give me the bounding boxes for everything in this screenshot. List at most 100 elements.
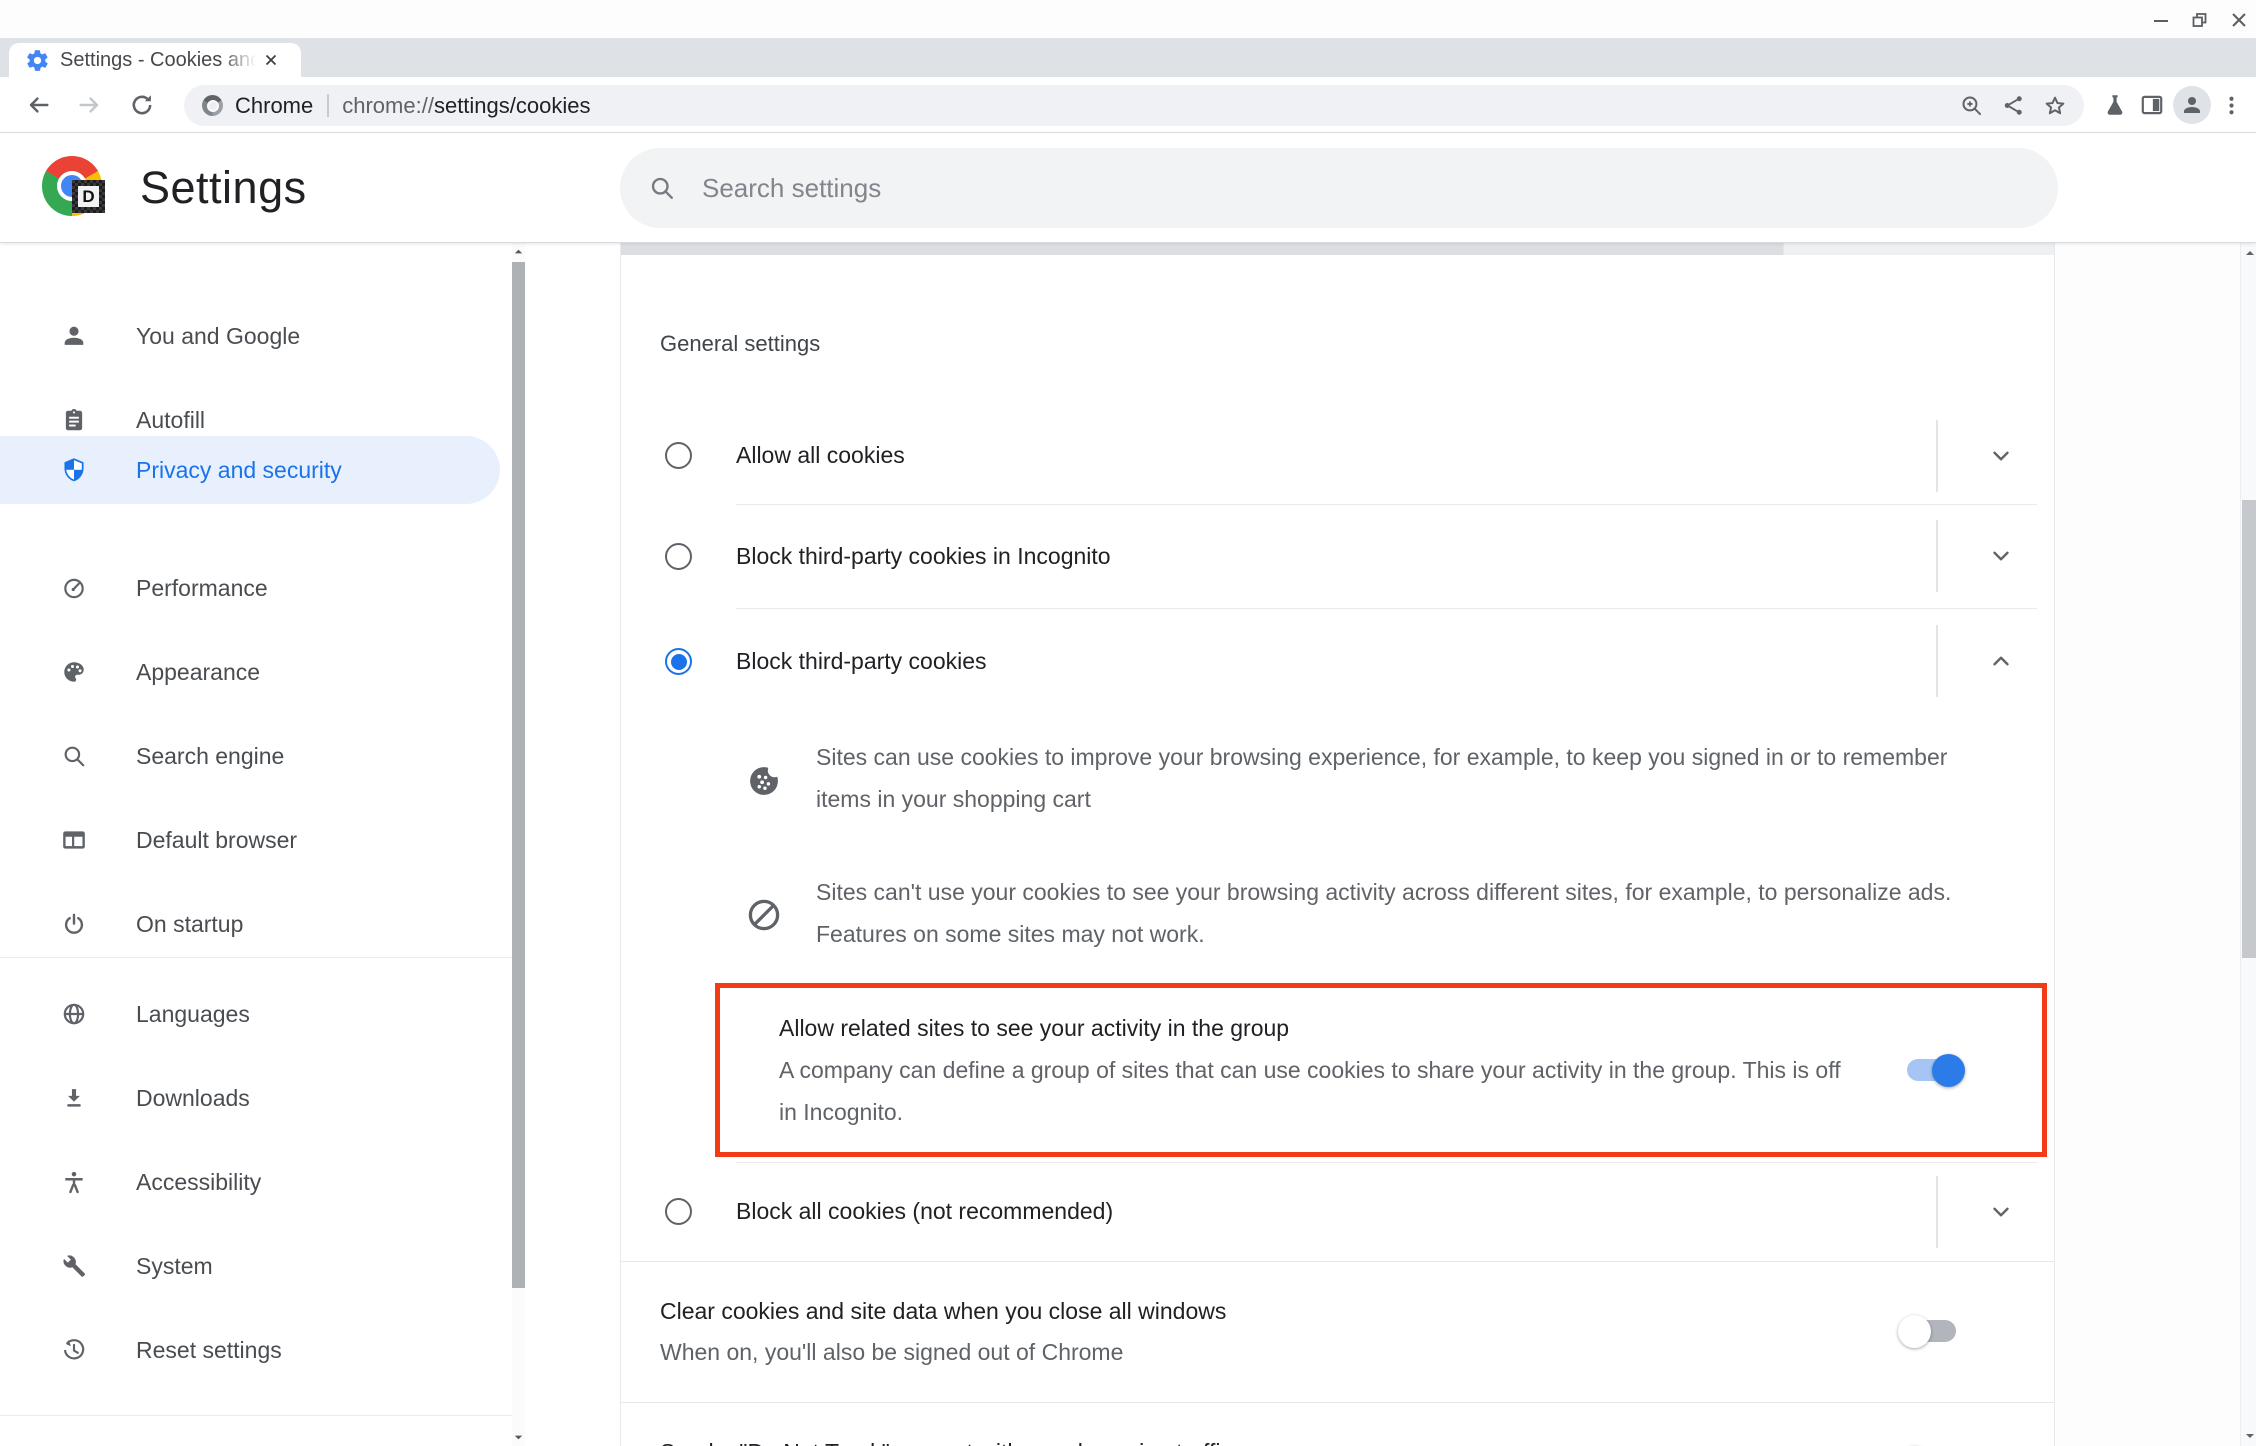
forward-button[interactable] [76, 91, 104, 119]
section-divider [621, 1261, 2055, 1262]
scroll-down-icon[interactable] [2243, 1429, 2256, 1442]
sidebar-item-downloads[interactable]: Downloads [0, 1064, 500, 1132]
minimize-button[interactable] [2148, 7, 2174, 33]
cookies-settings-card: General settings Allow all cookies Block… [620, 243, 2055, 1446]
sidebar-item-accessibility[interactable]: Accessibility [0, 1148, 500, 1216]
search-icon [648, 174, 676, 202]
setting-title: Allow related sites to see your activity… [779, 1007, 1289, 1049]
settings-search[interactable] [620, 148, 2058, 228]
history-icon [61, 1337, 87, 1363]
url-text[interactable]: chrome://settings/cookies [342, 93, 590, 119]
omnibox-separator [327, 94, 329, 117]
profile-avatar[interactable] [2173, 86, 2211, 124]
chevron-down-icon[interactable] [1988, 443, 2014, 469]
scroll-up-icon[interactable] [512, 245, 525, 258]
shield-icon [61, 457, 87, 483]
sidebar-item-appearance[interactable]: Appearance [0, 638, 500, 706]
row-separator [1936, 1176, 1938, 1248]
omnibox[interactable]: Chrome chrome://settings/cookies [184, 85, 2084, 126]
tab-strip: Settings - Cookies and other si [0, 38, 2256, 77]
row-separator [1936, 420, 1938, 492]
scroll-down-icon[interactable] [512, 1431, 525, 1444]
download-icon [61, 1085, 87, 1111]
highlighted-setting-related-sites[interactable]: Allow related sites to see your activity… [715, 983, 2047, 1157]
scroll-up-icon[interactable] [2243, 246, 2256, 259]
tab-settings[interactable]: Settings - Cookies and other si [9, 43, 301, 77]
sidebar-item-performance[interactable]: Performance [0, 554, 500, 622]
setting-subtitle: When on, you'll also be signed out of Ch… [660, 1331, 1123, 1373]
related-sites-toggle-on[interactable] [1907, 1059, 1959, 1081]
chevron-down-icon[interactable] [1988, 543, 2014, 569]
sidebar-item-you-and-google[interactable]: You and Google [0, 302, 500, 370]
close-icon [2227, 8, 2251, 32]
search-input[interactable] [702, 173, 1902, 204]
tab-title: Settings - Cookies and other si [60, 49, 256, 72]
page-title: Settings [140, 133, 307, 243]
sidebar-nav: You and Google Autofill Privacy and secu… [0, 243, 512, 1446]
dev-channel-badge: D [72, 180, 105, 213]
radio-selected[interactable] [665, 648, 692, 675]
sidebar-item-system[interactable]: System [0, 1232, 500, 1300]
sidebar-item-privacy-and-security[interactable]: Privacy and security [0, 436, 500, 504]
chevron-up-icon[interactable] [1988, 648, 2014, 674]
tab-close-button[interactable] [258, 47, 284, 73]
clear-cookies-toggle-off[interactable] [1904, 1320, 1956, 1342]
restore-button[interactable] [2186, 7, 2212, 33]
setting-title: Send a "Do Not Track" request with your … [660, 1431, 1232, 1446]
page-scrollbar[interactable] [2240, 243, 2256, 1446]
minimize-icon [2149, 8, 2173, 32]
bookmark-star-icon[interactable] [2042, 93, 2068, 119]
menu-kebab-icon[interactable] [2218, 92, 2244, 118]
magnifier-icon [61, 743, 87, 769]
sidebar-item-default-browser[interactable]: Default browser [0, 806, 500, 874]
wrench-icon [61, 1253, 87, 1279]
browser-window: Settings - Cookies and other si Chrome c… [0, 0, 2256, 1446]
option-block-all-cookies[interactable]: Block all cookies (not recommended) [621, 1162, 2055, 1261]
accessibility-icon [61, 1169, 87, 1195]
section-label: General settings [660, 331, 820, 357]
sidebar-scrollbar[interactable] [512, 243, 525, 1446]
site-label: Chrome [235, 93, 313, 119]
radio-unselected[interactable] [665, 442, 692, 469]
person-icon [61, 323, 87, 349]
sidebar-scrollbar-thumb[interactable] [512, 262, 525, 1288]
option-block-third-party-incognito[interactable]: Block third-party cookies in Incognito [621, 504, 2055, 608]
palette-icon [61, 659, 87, 685]
cookie-icon [745, 762, 783, 800]
option-block-third-party-cookies[interactable]: Block third-party cookies [621, 608, 2055, 714]
globe-icon [61, 1001, 87, 1027]
page-scrollbar-thumb[interactable] [2242, 500, 2256, 958]
settings-gear-favicon-icon [25, 48, 50, 73]
row-separator [1936, 625, 1938, 697]
reload-button[interactable] [128, 91, 156, 119]
zoom-icon[interactable] [1958, 93, 1984, 119]
radio-unselected[interactable] [665, 1198, 692, 1225]
power-icon [61, 911, 87, 937]
chrome-mini-logo-icon [202, 95, 223, 116]
speedometer-icon [61, 575, 87, 601]
sidebar-item-languages[interactable]: Languages [0, 980, 500, 1048]
sidebar-item-reset-settings[interactable]: Reset settings [0, 1316, 500, 1384]
side-panel-icon[interactable] [2139, 92, 2165, 118]
info-text: Sites can use cookies to improve your br… [816, 736, 2006, 820]
share-icon[interactable] [2000, 93, 2026, 119]
clipboard-icon [61, 407, 87, 433]
sidebar-item-on-startup[interactable]: On startup [0, 890, 500, 958]
blocked-icon [745, 896, 783, 934]
radio-unselected[interactable] [665, 543, 692, 570]
info-text: Sites can't use your cookies to see your… [816, 871, 2006, 955]
section-divider [621, 1402, 2055, 1403]
close-window-button[interactable] [2226, 7, 2252, 33]
sidebar-divider [0, 1415, 512, 1416]
restore-icon [2187, 8, 2211, 32]
person-icon [2180, 93, 2204, 117]
option-allow-all-cookies[interactable]: Allow all cookies [621, 407, 2055, 504]
sidebar-item-search-engine[interactable]: Search engine [0, 722, 500, 790]
labs-flask-icon[interactable] [2102, 92, 2128, 118]
back-button[interactable] [24, 91, 52, 119]
setting-title: Clear cookies and site data when you clo… [660, 1290, 1226, 1332]
chevron-down-icon[interactable] [1988, 1199, 2014, 1225]
scrolled-content-edge [621, 243, 2055, 255]
setting-description: A company can define a group of sites th… [779, 1049, 1854, 1133]
page-gutter [2056, 243, 2240, 1446]
